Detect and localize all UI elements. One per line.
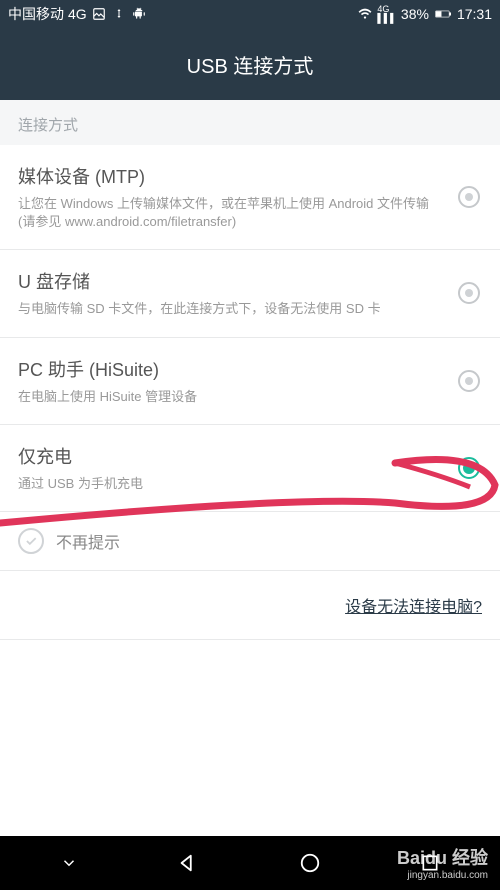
nav-back-icon[interactable] bbox=[177, 852, 199, 874]
page-header: USB 连接方式 bbox=[0, 28, 500, 100]
option-desc: 让您在 Windows 上传输媒体文件，或在苹果机上使用 Android 文件传… bbox=[18, 195, 430, 231]
wifi-icon bbox=[357, 6, 373, 22]
radio-icon[interactable] bbox=[458, 186, 480, 208]
option-title: 媒体设备 (MTP) bbox=[18, 163, 430, 189]
status-bar: 中国移动 4G 4G▌▌▌ 38% 17:31 bbox=[0, 0, 500, 28]
option-usb-storage[interactable]: U 盘存储 与电脑传输 SD 卡文件，在此连接方式下，设备无法使用 SD 卡 bbox=[0, 250, 500, 337]
signal-icon: 4G▌▌▌ bbox=[379, 6, 395, 22]
radio-icon[interactable] bbox=[458, 370, 480, 392]
option-desc: 通过 USB 为手机充电 bbox=[18, 475, 430, 493]
dont-show-again-label: 不再提示 bbox=[56, 529, 120, 553]
watermark: Baidu 经验 jingyan.baidu.com bbox=[397, 848, 488, 882]
option-title: PC 助手 (HiSuite) bbox=[18, 356, 430, 382]
option-title: 仅充电 bbox=[18, 443, 430, 469]
help-link[interactable]: 设备无法连接电脑? bbox=[345, 599, 482, 616]
usb-icon bbox=[111, 6, 127, 22]
option-hisuite[interactable]: PC 助手 (HiSuite) 在电脑上使用 HiSuite 管理设备 bbox=[0, 338, 500, 425]
watermark-brand: Baidu 经验 bbox=[397, 848, 488, 870]
battery-pct: 38% bbox=[401, 6, 429, 22]
option-desc: 与电脑传输 SD 卡文件，在此连接方式下，设备无法使用 SD 卡 bbox=[18, 300, 430, 318]
nav-home-icon[interactable] bbox=[299, 852, 321, 874]
network-label: 4G bbox=[68, 6, 87, 22]
watermark-url: jingyan.baidu.com bbox=[397, 870, 488, 882]
android-icon bbox=[131, 6, 147, 22]
dont-show-again-row[interactable]: 不再提示 bbox=[0, 512, 500, 571]
nav-collapse-icon[interactable] bbox=[60, 854, 78, 872]
option-title: U 盘存储 bbox=[18, 268, 430, 294]
nav-bar: Baidu 经验 jingyan.baidu.com bbox=[0, 836, 500, 890]
help-row: 设备无法连接电脑? bbox=[0, 571, 500, 640]
battery-icon bbox=[435, 6, 451, 22]
section-label: 连接方式 bbox=[0, 100, 500, 145]
option-desc: 在电脑上使用 HiSuite 管理设备 bbox=[18, 388, 430, 406]
carrier-label: 中国移动 bbox=[8, 4, 64, 24]
photo-icon bbox=[91, 6, 107, 22]
option-charge-only[interactable]: 仅充电 通过 USB 为手机充电 bbox=[0, 425, 500, 512]
radio-icon[interactable] bbox=[458, 282, 480, 304]
page-title: USB 连接方式 bbox=[187, 50, 314, 79]
radio-icon[interactable] bbox=[458, 457, 480, 479]
clock: 17:31 bbox=[457, 6, 492, 22]
checkbox-icon[interactable] bbox=[18, 528, 44, 554]
option-mtp[interactable]: 媒体设备 (MTP) 让您在 Windows 上传输媒体文件，或在苹果机上使用 … bbox=[0, 145, 500, 250]
